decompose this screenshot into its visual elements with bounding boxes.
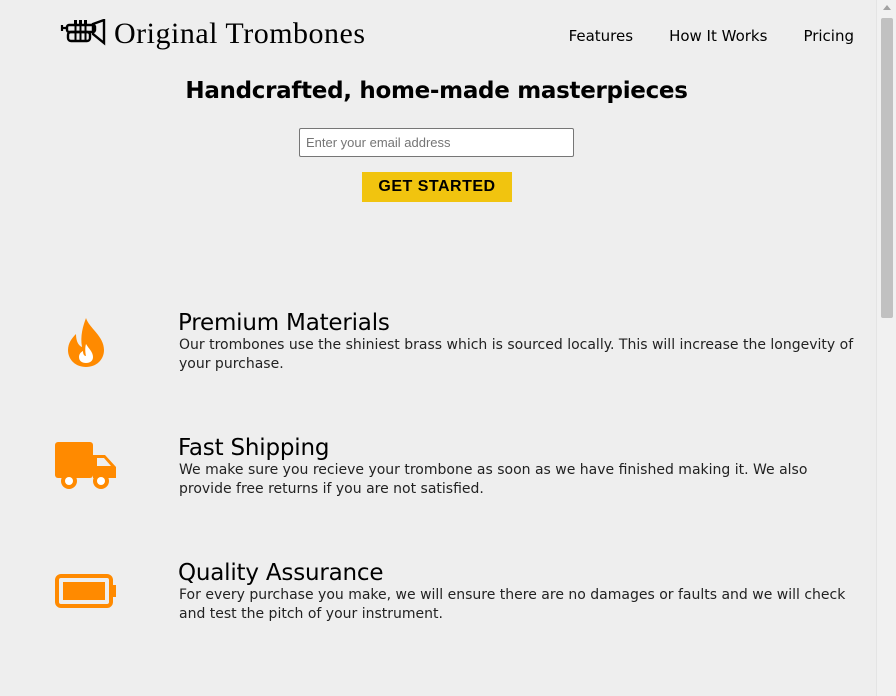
hero-title: Handcrafted, home-made masterpieces (185, 78, 688, 104)
main-nav: Features How It Works Pricing (533, 26, 854, 46)
feature-title: Quality Assurance (178, 560, 384, 586)
get-started-button[interactable]: GET STARTED (362, 172, 512, 202)
vertical-scrollbar[interactable] (876, 0, 896, 696)
nav-link-features[interactable]: Features (569, 26, 634, 46)
site-header: Original Trombones Features How It Works… (0, 0, 876, 70)
nav-link-pricing[interactable]: Pricing (803, 26, 854, 46)
feature-title: Premium Materials (178, 310, 390, 336)
battery-icon (55, 574, 117, 613)
brand-name: Original Trombones (114, 17, 366, 50)
feature-description: Our trombones use the shiniest brass whi… (179, 337, 854, 372)
feature-description: We make sure you recieve your trombone a… (179, 462, 808, 497)
email-input[interactable] (299, 128, 574, 157)
truck-icon (55, 441, 117, 496)
feature-title: Fast Shipping (178, 435, 330, 461)
flame-icon (66, 316, 106, 373)
scroll-up-arrow-icon[interactable] (883, 5, 891, 10)
scrollbar-thumb[interactable] (881, 18, 893, 318)
trumpet-icon (60, 19, 106, 49)
brand-logo[interactable]: Original Trombones (60, 16, 366, 52)
nav-link-how-it-works[interactable]: How It Works (669, 26, 767, 46)
feature-description: For every purchase you make, we will ens… (179, 587, 846, 622)
